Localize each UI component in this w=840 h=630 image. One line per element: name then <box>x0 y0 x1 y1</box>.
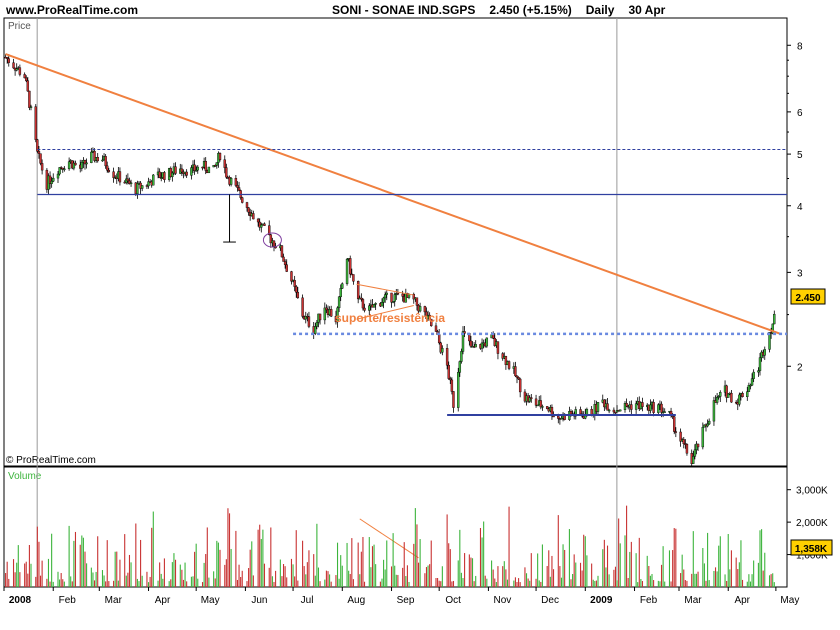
y-tick-label: 5 <box>797 150 803 161</box>
x-tick-label: 2008 <box>9 595 32 606</box>
price-panel <box>3 17 788 467</box>
price-badge: 2.450 <box>790 288 826 305</box>
candle <box>619 409 622 412</box>
y-tick-label: 4 <box>797 202 803 213</box>
vol-y-tick-label: 2,000K <box>796 518 828 529</box>
x-tick-label: Feb <box>59 595 77 606</box>
x-tick-label: Jun <box>251 595 267 606</box>
x-tick-label: Apr <box>734 595 750 606</box>
stock-chart: Price Volume © ProRealTime.com 2345681,0… <box>3 17 833 606</box>
y-tick-label: 3 <box>797 268 803 279</box>
watermark: © ProRealTime.com <box>6 455 96 466</box>
candle <box>345 258 349 286</box>
x-tick-label: Mar <box>684 595 702 606</box>
candle <box>673 415 676 435</box>
x-tick-label: Jul <box>301 595 314 606</box>
x-tick-label: Dec <box>541 595 559 606</box>
y-tick-label: 2 <box>797 362 803 373</box>
x-tick-label: Nov <box>494 595 512 606</box>
candle <box>768 332 771 353</box>
candle <box>301 294 304 319</box>
y-tick-label: 8 <box>797 41 803 52</box>
volume-badge-value: 1,358K <box>795 544 828 555</box>
volume-badge: 1,358K <box>790 539 833 556</box>
candle <box>241 196 244 204</box>
x-tick-label: Mar <box>105 595 123 606</box>
candle <box>36 138 39 153</box>
x-tick-label: 2009 <box>590 595 613 606</box>
x-tick-label: Sep <box>397 595 415 606</box>
candle <box>507 360 511 371</box>
x-tick-label: Oct <box>445 595 461 606</box>
price-badge-value: 2.450 <box>795 293 820 304</box>
candle <box>152 174 155 186</box>
candle <box>207 166 211 174</box>
x-tick-label: Aug <box>347 595 365 606</box>
candle <box>457 367 460 412</box>
candle <box>280 244 284 258</box>
y-tick-label: 6 <box>797 108 803 119</box>
x-tick-label: Feb <box>640 595 658 606</box>
price-panel-label: Price <box>8 21 31 32</box>
candle <box>34 104 37 143</box>
x-tick-label: May <box>780 595 799 606</box>
candle <box>485 337 489 348</box>
support-resistance-label: suporte/resistência <box>335 311 445 325</box>
vol-y-tick-label: 3,000K <box>796 486 828 497</box>
x-tick-label: May <box>201 595 220 606</box>
x-tick-label: Apr <box>155 595 171 606</box>
